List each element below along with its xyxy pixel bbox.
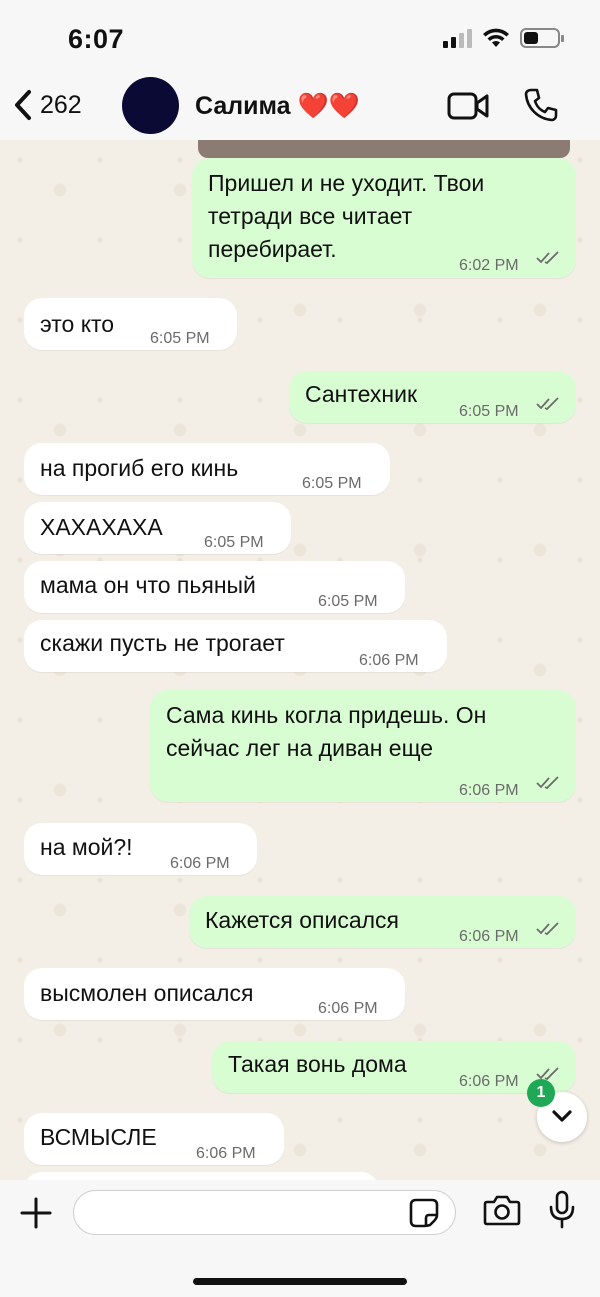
wifi-icon [483,28,509,47]
status-bar: 6:07 [0,0,600,75]
outgoing-message[interactable]: Сама кинь когла придешь. Он сейчас лег н… [150,690,576,802]
message-time: 6:06 PM [170,855,230,872]
plus-icon[interactable] [19,1196,53,1230]
battery-icon [520,28,564,48]
message-time: 6:06 PM [459,928,519,945]
message-time: 6:05 PM [302,475,362,492]
message-time: 6:06 PM [196,1145,256,1162]
message-time: 6:05 PM [318,593,378,610]
home-indicator [193,1278,407,1285]
avatar[interactable] [122,77,179,134]
status-icons [443,28,564,48]
message-text: Такая вонь дома [228,1051,407,1077]
message-time: 6:05 PM [204,534,264,551]
chevron-down-icon [552,1110,572,1122]
incoming-message[interactable]: ВСМЫСЛЕ 6:06 PM [24,1113,284,1165]
message-text: скажи пусть не трогает [40,630,285,656]
message-text: Сама кинь когла придешь. Он [166,702,487,728]
message-time: 6:05 PM [459,403,519,420]
incoming-message[interactable]: на прогиб его кинь 6:05 PM [24,443,390,495]
message-text: сейчас лег на диван еще [166,735,434,761]
message-text: Сантехник [305,381,418,407]
message-input[interactable] [73,1190,456,1235]
cellular-signal-icon [443,28,472,48]
unread-chats-count: 262 [40,90,82,119]
outgoing-message[interactable]: Кажется описался 6:06 PM [189,896,576,948]
incoming-message[interactable]: высмолен описался 6:06 PM [24,968,405,1020]
outgoing-message[interactable]: Пришел и не уходит. Твои тетради все чит… [192,158,576,278]
message-time: 6:06 PM [359,652,419,669]
message-text: высмолен описался [40,980,254,1006]
read-receipt-icon [536,922,559,936]
message-text: на мой?! [40,834,133,860]
phone-icon[interactable] [523,87,559,123]
back-button[interactable]: 262 [12,89,82,121]
incoming-message[interactable]: на мой?! 6:06 PM [24,823,257,875]
status-time: 6:07 [68,24,125,54]
outgoing-message[interactable]: Сантехник 6:05 PM [289,371,576,423]
contact-name[interactable]: Салима ❤️❤️ [195,92,360,121]
message-time: 6:06 PM [459,1073,519,1090]
message-time: 6:06 PM [318,1000,378,1017]
image-message-preview[interactable] [198,140,570,158]
message-time: 6:02 PM [459,257,519,274]
message-text: Пришел и не уходит. Твои [208,170,485,196]
chevron-left-icon [15,90,31,120]
outgoing-message[interactable]: Такая вонь дома 6:06 PM [212,1041,576,1093]
message-text: ХАХАХАХА [40,514,163,540]
sticker-icon[interactable] [409,1198,439,1228]
microphone-icon[interactable] [548,1190,576,1230]
message-text: мама он что пьяный [40,572,256,598]
incoming-message[interactable]: мама он что пьяный 6:05 PM [24,561,405,613]
incoming-message[interactable]: ХАХАХАХА 6:05 PM [24,502,291,554]
incoming-message[interactable]: это кто 6:05 PM [24,298,237,350]
message-text: перебирает. [208,236,337,262]
unread-badge: 1 [527,1079,555,1107]
incoming-message[interactable]: скажи пусть не трогает 6:06 PM [24,620,447,672]
message-text: тетради все читает [208,203,413,229]
camera-icon[interactable] [483,1194,521,1226]
message-text: это кто [40,311,115,337]
video-call-icon[interactable] [447,92,489,120]
chat-header: 262 Салима ❤️❤️ [0,75,600,140]
read-receipt-icon [536,776,559,790]
message-time: 6:05 PM [150,330,210,347]
message-text: ВСМЫСЛЕ [40,1124,157,1150]
message-text: на прогиб его кинь [40,455,239,481]
message-time: 6:06 PM [459,782,519,799]
read-receipt-icon [536,251,559,265]
read-receipt-icon [536,397,559,411]
message-text: Кажется описался [205,907,399,933]
